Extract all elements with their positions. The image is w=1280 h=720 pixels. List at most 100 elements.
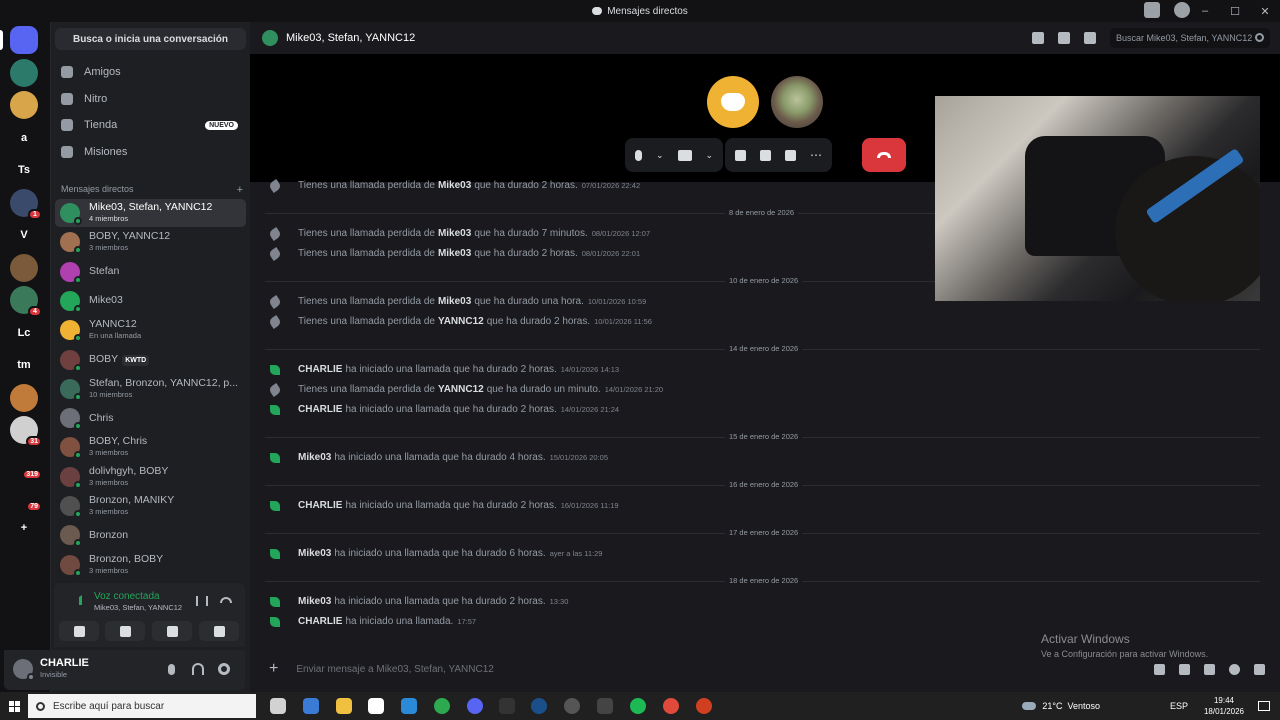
start-button[interactable]	[0, 692, 28, 720]
dm-item[interactable]: BOBY, Chris 3 miembros	[55, 433, 246, 461]
weather-icon[interactable]	[1022, 702, 1037, 710]
chrome-profile-icon[interactable]	[663, 698, 679, 714]
microphone-icon[interactable]	[635, 149, 642, 161]
user-avatar[interactable]	[13, 659, 35, 681]
server-icon[interactable]	[10, 253, 38, 282]
weather-text[interactable]: 21°C Ventoso	[1042, 701, 1100, 711]
settings-gear-icon[interactable]	[218, 663, 230, 675]
call-participant-avatar[interactable]	[771, 76, 823, 128]
microphone-icon[interactable]	[168, 664, 175, 675]
end-call-button[interactable]	[862, 138, 906, 172]
server-icon[interactable]: +	[10, 513, 38, 542]
soundboard-icon[interactable]	[785, 149, 796, 161]
soundboard-button[interactable]	[199, 621, 239, 641]
mail-icon[interactable]	[401, 698, 417, 714]
server-icon[interactable]	[10, 383, 38, 412]
sticker-icon[interactable]	[1204, 663, 1215, 675]
message-author[interactable]: Mike03	[438, 248, 471, 259]
spotify-icon[interactable]	[630, 698, 646, 714]
dm-item[interactable]: Stefan, Bronzon, YANNC12, p... 10 miembro…	[55, 375, 246, 403]
dm-item[interactable]: Mike03	[55, 287, 246, 315]
add-friends-icon[interactable]	[1058, 32, 1070, 44]
call-participant-discord-avatar[interactable]	[707, 76, 759, 128]
store-icon[interactable]	[368, 698, 384, 714]
nav-item-nitro[interactable]: Nitro	[55, 87, 246, 111]
app2-icon[interactable]	[696, 698, 712, 714]
inbox-icon[interactable]	[1144, 2, 1160, 18]
server-icon[interactable]: 4	[10, 286, 42, 317]
server-icon[interactable]: 319	[10, 448, 42, 480]
dm-item[interactable]: Bronzon, BOBY 3 miembros	[55, 551, 246, 579]
nav-item-tienda[interactable]: Tienda NUEVO	[55, 113, 246, 137]
server-icon[interactable]: 1	[10, 188, 42, 220]
camera-options-chevron-icon[interactable]: ⌄	[706, 150, 714, 161]
message-author[interactable]: CHARLIE	[298, 500, 342, 511]
dm-item[interactable]: BOBY KWTD	[55, 346, 246, 374]
message-author[interactable]: Mike03	[298, 452, 331, 463]
server-icon[interactable]: Lc	[10, 318, 38, 347]
dm-item[interactable]: Bronzon	[55, 521, 246, 549]
screen-share-button[interactable]	[105, 621, 145, 641]
dm-item[interactable]: dolivhgyh, BOBY 3 miembros	[55, 463, 246, 491]
server-icon[interactable]: V	[10, 221, 38, 249]
voice-status[interactable]: Voz conectada	[94, 591, 160, 602]
server-icon[interactable]	[10, 58, 38, 87]
headphones-icon[interactable]	[192, 663, 204, 675]
dm-item[interactable]: YANNC12 En una llamada	[55, 316, 246, 344]
task-view-icon[interactable]	[270, 698, 286, 714]
maximize-button[interactable]: ☐	[1220, 5, 1250, 18]
message-author[interactable]: Mike03	[438, 180, 471, 191]
taskbar-clock[interactable]: 19:44 18/01/2026	[1204, 695, 1244, 717]
gift-icon[interactable]	[1154, 663, 1165, 675]
webcam-video-tile[interactable]	[935, 96, 1260, 301]
username[interactable]: CHARLIE	[40, 657, 89, 669]
message-author[interactable]: YANNC12	[438, 384, 484, 395]
message-author[interactable]: CHARLIE	[298, 616, 342, 627]
emoji-icon[interactable]	[1229, 663, 1240, 675]
help-icon[interactable]	[1174, 2, 1190, 18]
file-explorer-icon[interactable]	[336, 698, 352, 714]
gif-icon[interactable]	[1179, 663, 1190, 675]
add-dm-button[interactable]: +	[237, 184, 243, 196]
nav-item-amigos[interactable]: Amigos	[55, 60, 246, 84]
app-icon[interactable]	[597, 698, 613, 714]
taskbar-search[interactable]: Escribe aquí para buscar	[28, 694, 256, 718]
message-author[interactable]: YANNC12	[438, 316, 484, 327]
direct-messages-home-button[interactable]	[10, 26, 38, 54]
server-icon[interactable]: 79	[10, 481, 42, 512]
server-icon[interactable]: 31	[10, 416, 42, 447]
close-button[interactable]: ✕	[1250, 5, 1280, 18]
dm-item[interactable]: BOBY, YANNC12 3 miembros	[55, 228, 246, 256]
message-author[interactable]: CHARLIE	[298, 364, 342, 375]
server-icon[interactable]	[10, 546, 38, 574]
message-input[interactable]: Enviar mensaje a Mike03, Stefan, YANNC12	[296, 664, 494, 675]
obs-icon[interactable]	[564, 698, 580, 714]
dm-item[interactable]: Bronzon, MANIKY 3 miembros	[55, 492, 246, 520]
camera-off-icon[interactable]	[677, 149, 692, 161]
notifications-icon[interactable]	[1258, 701, 1270, 711]
search-conversation-button[interactable]: Busca o inicia una conversación	[55, 28, 246, 50]
camera-button[interactable]	[59, 621, 99, 641]
message-author[interactable]: Mike03	[298, 548, 331, 559]
apps-icon[interactable]	[1254, 663, 1265, 675]
discord-taskbar-icon[interactable]	[467, 698, 483, 714]
message-author[interactable]: Mike03	[438, 228, 471, 239]
dm-item[interactable]: Chris	[55, 404, 246, 432]
server-icon[interactable]: a	[10, 123, 38, 152]
add-attachment-icon[interactable]: +	[269, 660, 278, 678]
mic-options-chevron-icon[interactable]: ⌄	[656, 150, 664, 161]
steam-icon[interactable]	[531, 698, 547, 714]
copilot-icon[interactable]	[303, 698, 319, 714]
screen-share-icon[interactable]	[735, 149, 746, 161]
server-icon[interactable]: tm	[10, 351, 38, 379]
pin-icon[interactable]	[1032, 32, 1044, 44]
message-author[interactable]: Mike03	[438, 296, 471, 307]
language-indicator[interactable]: ESP	[1170, 701, 1188, 711]
message-author[interactable]: CHARLIE	[298, 404, 342, 415]
search-input[interactable]: Buscar Mike03, Stefan, YANNC12	[1110, 28, 1270, 48]
more-options-icon[interactable]: ⋯	[810, 148, 822, 162]
dm-item[interactable]: Mike03, Stefan, YANNC12 4 miembros	[55, 199, 246, 227]
voice-channel[interactable]: Mike03, Stefan, YANNC12	[94, 603, 182, 612]
activities-button[interactable]	[152, 621, 192, 641]
server-icon[interactable]: Ts	[10, 156, 38, 184]
